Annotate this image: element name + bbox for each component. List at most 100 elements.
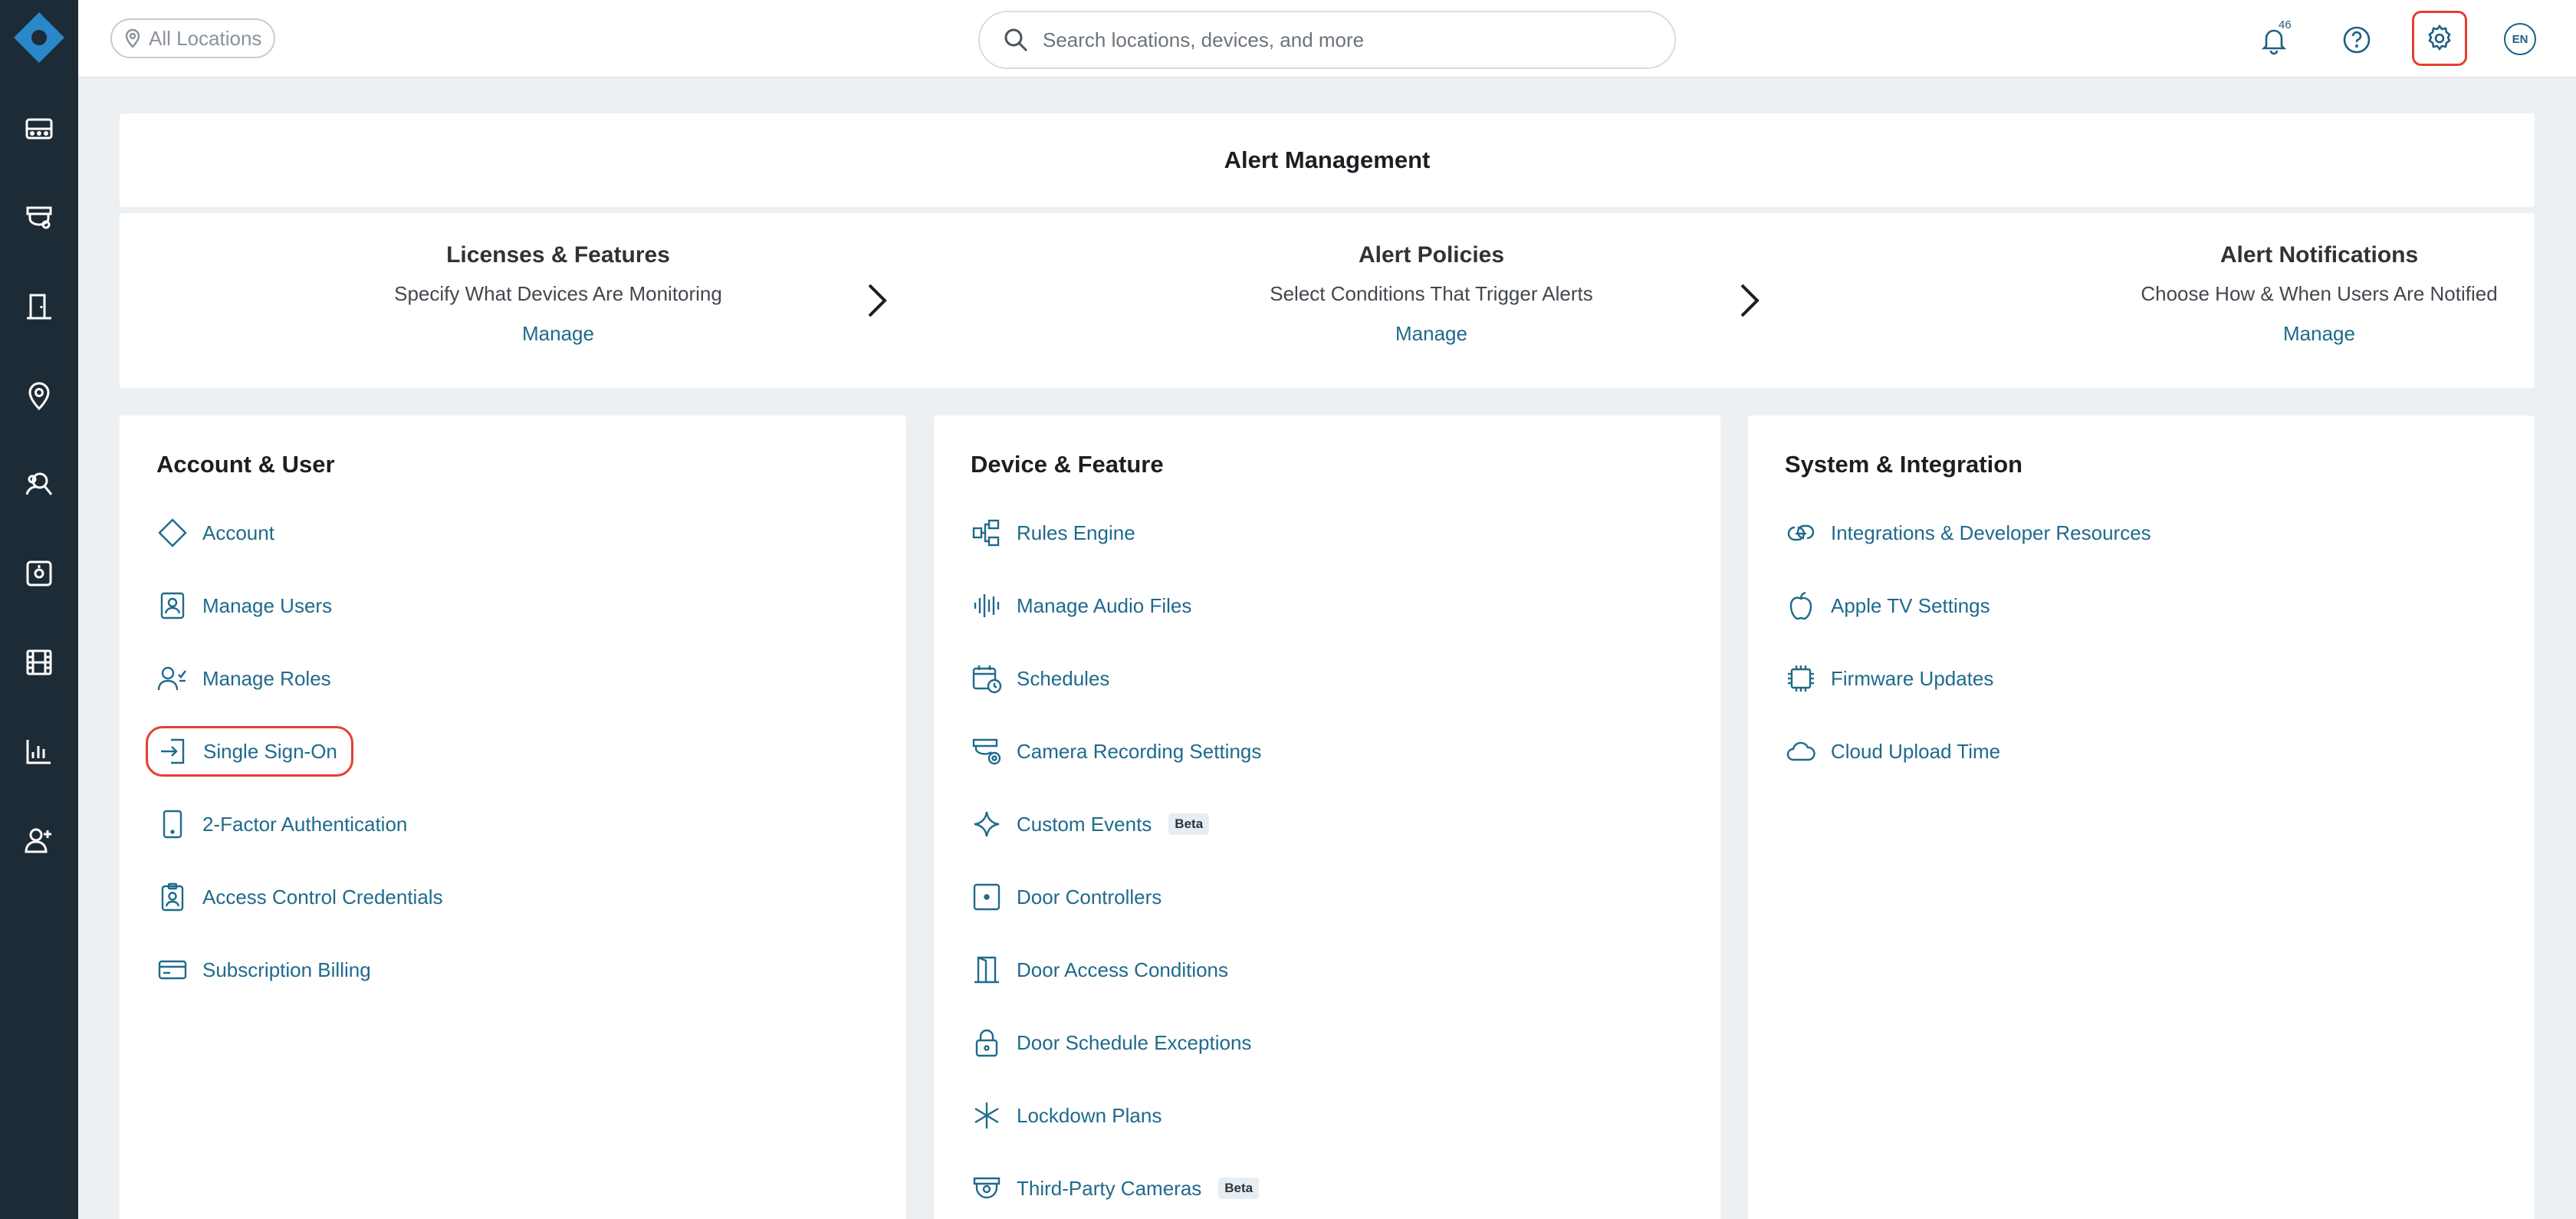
location-icon[interactable] [21,377,58,414]
top-bar: All Locations 46 EN [78,0,2576,78]
item-label: Apple TV Settings [1831,593,1990,617]
people-search-icon[interactable] [21,466,58,503]
location-pin-icon [125,28,140,48]
manage-users-link[interactable]: Manage Users [156,583,332,629]
gear-icon [2428,24,2451,51]
analytics-icon[interactable] [21,733,58,770]
camera-settings-icon [972,738,1001,765]
sign-in-icon [161,738,185,764]
account-user-panel: Account & User Account Manage Users Mana… [120,416,906,1219]
door-icon[interactable] [21,288,58,325]
access-panel-icon[interactable] [21,555,58,592]
user-check-icon [157,666,186,691]
rules-engine-link[interactable]: Rules Engine [971,510,1135,556]
item-label: Manage Audio Files [1017,593,1192,617]
dashboard-icon[interactable] [21,110,58,147]
item-label: Door Access Conditions [1017,958,1229,981]
asterisk-icon [974,1102,999,1129]
item-label: Custom Events [1017,812,1152,836]
item-label: Door Schedule Exceptions [1017,1030,1252,1054]
sidebar [0,0,78,1219]
audio-icon [974,594,1000,617]
item-label: Firmware Updates [1831,666,1994,690]
item-label: Manage Users [202,593,333,617]
item-label: Lockdown Plans [1017,1103,1162,1127]
cloud-upload-time-link[interactable]: Cloud Upload Time [1785,728,2000,774]
notifications-button[interactable]: 46 [2251,17,2297,63]
rules-icon [972,519,1000,547]
subscription-billing-link[interactable]: Subscription Billing [156,947,371,993]
system-integration-title: System & Integration [1785,451,2023,478]
search-icon [1004,28,1028,52]
system-integration-panel: System & Integration Integrations & Deve… [1748,416,2535,1219]
step-description: Choose How & When Users Are Notified [2141,282,2498,305]
step-title: Licenses & Features [446,242,670,268]
search-input[interactable] [1043,28,1641,52]
chip-icon [1788,665,1814,692]
step-alert-policies: Alert Policies Select Conditions That Tr… [1125,242,1738,346]
lock-icon [975,1029,998,1057]
item-label: Schedules [1017,666,1110,690]
help-button[interactable] [2334,17,2380,63]
dome-camera-icon [973,1177,1001,1199]
alert-management-title: Alert Management [120,113,2535,207]
manage-policies-link[interactable]: Manage [1125,322,1738,346]
lockdown-plans-link[interactable]: Lockdown Plans [971,1092,1162,1138]
badge-icon [161,882,184,912]
manage-notifications-link[interactable]: Manage [2013,322,2576,346]
search-bar[interactable] [978,11,1676,69]
settings-button[interactable] [2412,11,2467,66]
step-licenses-features: Licenses & Features Specify What Devices… [251,242,865,346]
beta-badge: Beta [1218,1178,1260,1199]
door-controllers-link[interactable]: Door Controllers [971,874,1162,920]
step-description: Specify What Devices Are Monitoring [394,282,722,305]
location-label: All Locations [149,26,262,50]
language-button[interactable]: EN [2504,23,2536,55]
single-sign-on-link[interactable]: Single Sign-On [146,726,353,777]
item-label: 2-Factor Authentication [202,812,408,836]
device-feature-panel: Device & Feature Rules Engine Manage Aud… [934,416,1720,1219]
camera-recording-settings-link[interactable]: Camera Recording Settings [971,728,1261,774]
step-title: Alert Notifications [2220,242,2419,268]
item-label: Integrations & Developer Resources [1831,521,2151,544]
help-icon [2343,26,2371,54]
sparkle-icon [974,811,1000,837]
item-label: Third-Party Cameras [1017,1176,1202,1200]
alert-management-steps: Licenses & Features Specify What Devices… [120,213,2535,388]
two-factor-link[interactable]: 2-Factor Authentication [156,801,407,847]
item-label: Account [202,521,274,544]
camera-icon[interactable] [21,199,58,236]
door-access-conditions-link[interactable]: Door Access Conditions [971,947,1228,993]
access-control-credentials-link[interactable]: Access Control Credentials [156,874,443,920]
account-link[interactable]: Account [156,510,274,556]
account-user-title: Account & User [156,451,335,478]
logo-icon[interactable] [14,12,64,63]
item-label: Manage Roles [202,666,331,690]
notification-count-badge: 46 [2279,18,2292,31]
door-schedule-exceptions-link[interactable]: Door Schedule Exceptions [971,1020,1251,1066]
manage-audio-files-link[interactable]: Manage Audio Files [971,583,1191,629]
diamond-icon [158,518,187,547]
film-icon[interactable] [21,644,58,681]
third-party-cameras-link[interactable]: Third-Party Cameras Beta [971,1165,1260,1211]
device-feature-title: Device & Feature [971,451,1164,478]
custom-events-link[interactable]: Custom Events Beta [971,801,1210,847]
beta-badge: Beta [1168,813,1210,835]
user-card-icon [160,592,185,619]
door-icon [974,956,999,984]
manage-roles-link[interactable]: Manage Roles [156,656,331,702]
firmware-updates-link[interactable]: Firmware Updates [1785,656,1993,702]
item-label: Single Sign-On [203,739,337,763]
item-label: Door Controllers [1017,885,1162,909]
location-selector[interactable]: All Locations [110,18,276,58]
item-label: Subscription Billing [202,958,371,981]
apple-icon [1789,591,1812,620]
schedules-link[interactable]: Schedules [971,656,1109,702]
apple-tv-settings-link[interactable]: Apple TV Settings [1785,583,1990,629]
item-label: Access Control Credentials [202,885,443,909]
phone-icon [163,810,182,839]
manage-licenses-link[interactable]: Manage [251,322,865,346]
door-controller-icon [973,883,1001,911]
add-user-icon[interactable] [21,822,58,859]
integrations-link[interactable]: Integrations & Developer Resources [1785,510,2151,556]
